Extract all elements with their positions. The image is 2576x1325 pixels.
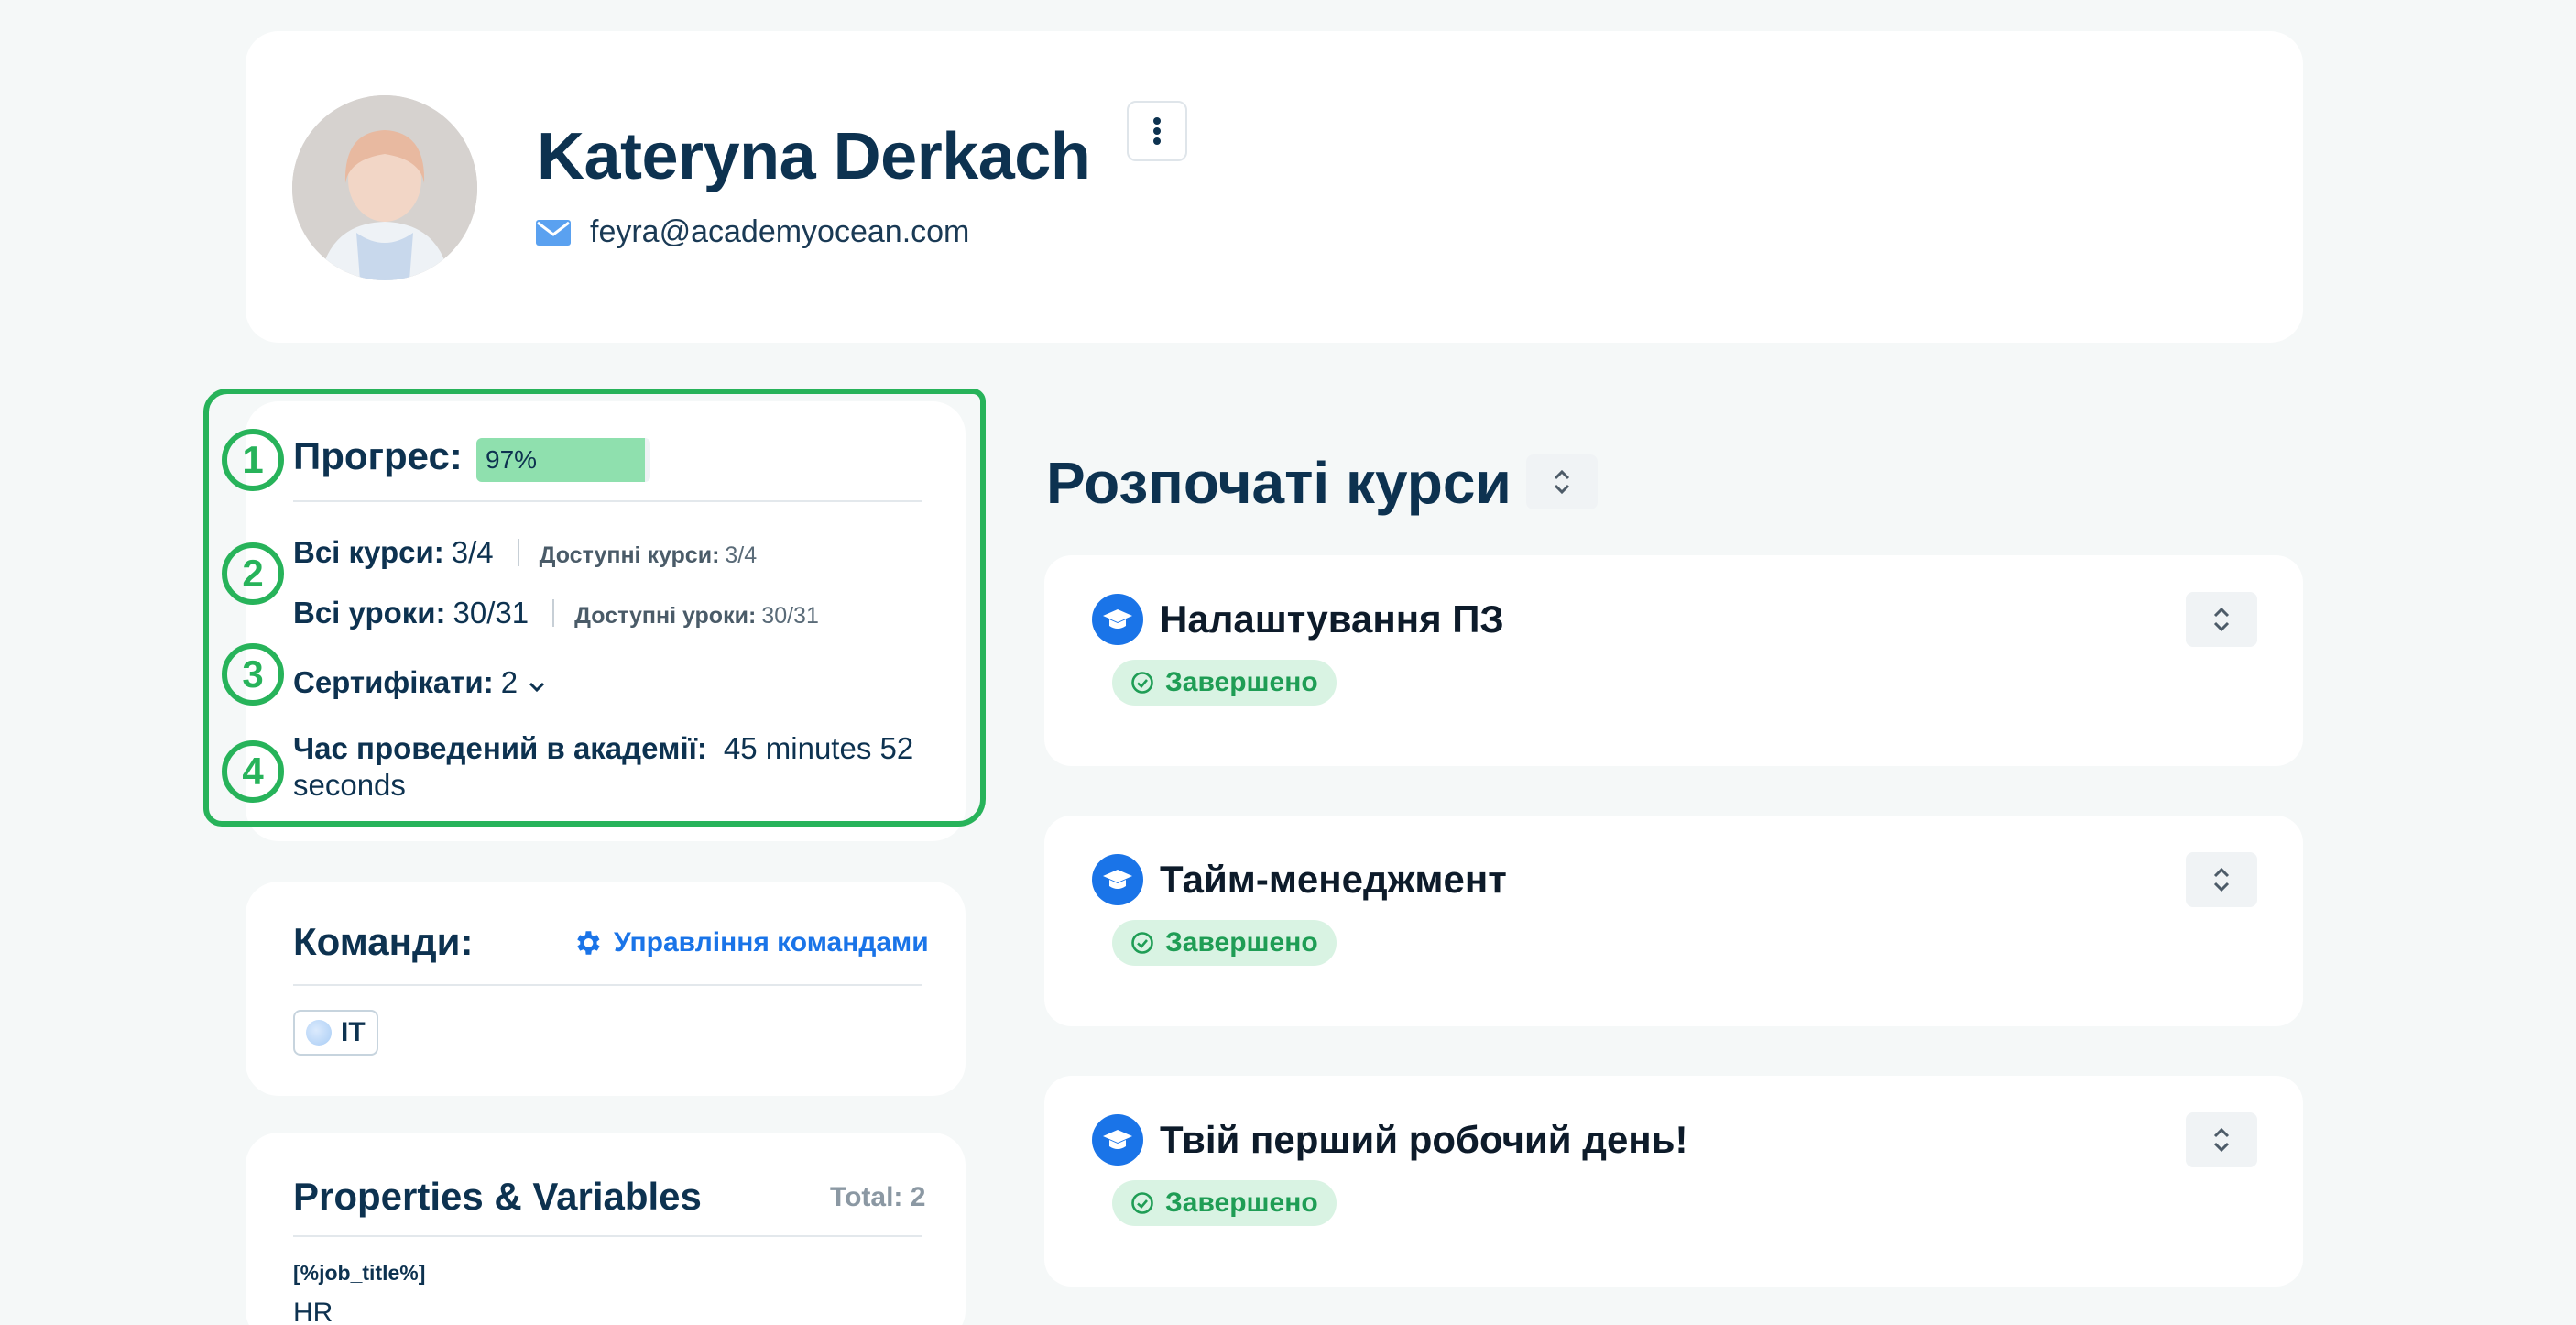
user-name: Kateryna Derkach [537, 120, 1091, 193]
separator [517, 539, 519, 566]
certificates-value: 2 [500, 665, 518, 699]
available-courses: Доступні курси: 3/4 [540, 542, 758, 569]
status-badge: Завершено [1112, 1180, 1337, 1226]
mail-icon [536, 219, 571, 246]
property-value: HR [293, 1298, 333, 1325]
team-color-dot [306, 1020, 332, 1046]
sort-icon [2213, 1127, 2230, 1153]
gear-icon [577, 931, 600, 955]
annotation-badge-4: 4 [222, 740, 284, 803]
status-label: Завершено [1165, 927, 1318, 958]
teams-card [246, 882, 966, 1096]
team-name: IT [341, 1017, 366, 1047]
progress-label: Прогрес: [293, 434, 463, 477]
status-label: Завершено [1165, 1188, 1318, 1218]
all-courses-value: 3/4 [451, 535, 494, 569]
email-row: feyra@academyocean.com [535, 214, 969, 250]
time-value-line2: seconds [293, 768, 406, 803]
available-courses-value: 3/4 [725, 542, 758, 568]
check-circle-icon [1131, 932, 1153, 954]
certificates-label: Сертифікати: [293, 665, 494, 699]
sort-icon [2213, 607, 2230, 632]
check-circle-icon [1131, 1192, 1153, 1214]
divider [293, 1235, 922, 1237]
all-lessons-label: Всі уроки: [293, 596, 446, 630]
available-lessons: Доступні уроки: 30/31 [574, 603, 819, 630]
progress-value: 97% [486, 445, 538, 474]
time-row: Час проведений в академії: 45 minutes 52 [293, 731, 913, 766]
divider [293, 984, 922, 986]
manage-teams-label: Управління командами [614, 927, 929, 958]
available-courses-label: Доступні курси: [539, 542, 720, 568]
properties-card [246, 1133, 966, 1325]
chevron-down-icon [529, 682, 545, 693]
time-value-line1: 45 minutes 52 [723, 731, 914, 765]
separator [552, 599, 555, 627]
available-lessons-label: Доступні уроки: [574, 603, 757, 629]
divider [293, 500, 922, 502]
time-label: Час проведений в академії: [293, 731, 707, 765]
sort-icon [1554, 469, 1570, 495]
user-email[interactable]: feyra@academyocean.com [590, 214, 969, 250]
annotation-badge-1: 1 [222, 429, 284, 491]
graduation-cap-icon [1092, 1114, 1143, 1166]
sort-icon [2213, 867, 2230, 892]
team-chip[interactable]: IT [293, 1010, 378, 1056]
course-title[interactable]: Твій перший робочий день! [1160, 1118, 1687, 1162]
kebab-menu-icon [1153, 117, 1161, 145]
teams-title: Команди: [293, 920, 474, 963]
courses-title: Розпочаті курси [1046, 450, 1512, 516]
certificates-toggle[interactable]: Сертифікати: 2 [293, 665, 545, 700]
all-lessons-value: 30/31 [453, 596, 529, 630]
manage-teams-link[interactable]: Управління командами [572, 927, 929, 958]
graduation-cap-icon [1092, 854, 1143, 905]
all-courses-label: Всі курси: [293, 535, 444, 569]
page: Kateryna Derkach feyra@academyocean.com … [0, 0, 2576, 1325]
status-badge: Завершено [1112, 920, 1337, 966]
check-circle-icon [1131, 672, 1153, 694]
course-title[interactable]: Тайм-менеджмент [1160, 858, 1507, 902]
progress-bar: 97% [476, 438, 650, 482]
annotation-badge-3: 3 [222, 643, 284, 706]
available-lessons-value: 30/31 [761, 603, 819, 629]
property-key: [%job_title%] [293, 1261, 426, 1285]
course-expand-button[interactable] [2186, 852, 2257, 907]
all-lessons-row: Всі уроки: 30/31 Доступні уроки: 30/31 [293, 596, 819, 630]
all-courses-row: Всі курси: 3/4 Доступні курси: 3/4 [293, 535, 757, 570]
properties-total: Total: 2 [830, 1182, 926, 1212]
status-label: Завершено [1165, 667, 1318, 697]
courses-sort-button[interactable] [1526, 454, 1598, 509]
course-expand-button[interactable] [2186, 1112, 2257, 1167]
properties-title: Properties & Variables [293, 1175, 702, 1218]
course-expand-button[interactable] [2186, 592, 2257, 647]
avatar [292, 95, 477, 280]
graduation-cap-icon [1092, 594, 1143, 645]
annotation-badge-2: 2 [222, 542, 284, 605]
status-badge: Завершено [1112, 660, 1337, 706]
course-title[interactable]: Налаштування ПЗ [1160, 597, 1504, 641]
more-options-button[interactable] [1127, 101, 1187, 161]
time-value-line2-text: seconds [293, 768, 406, 802]
profile-card: Kateryna Derkach feyra@academyocean.com [246, 31, 2303, 343]
